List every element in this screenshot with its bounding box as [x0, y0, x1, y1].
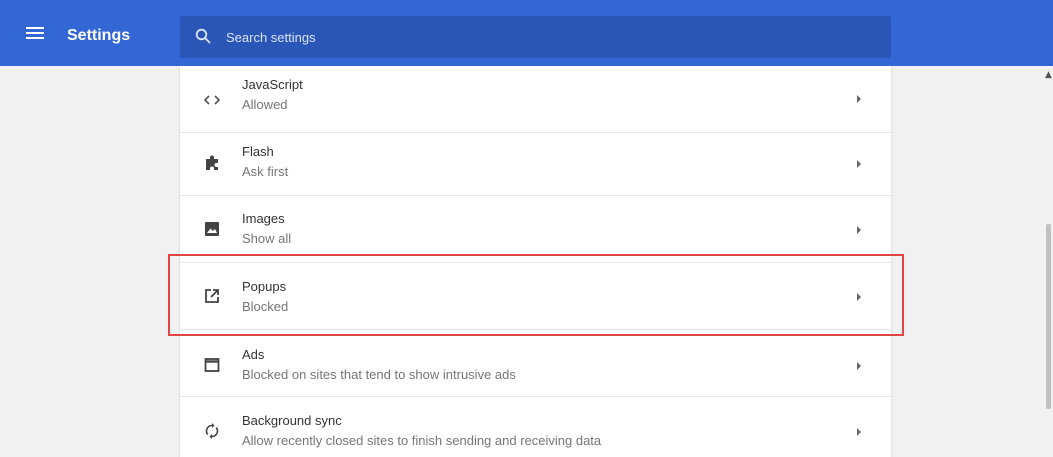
chevron-right-icon [857, 95, 861, 103]
top-bar: Settings [0, 0, 1053, 66]
setting-title: Popups [242, 279, 287, 294]
setting-subtitle: Ask first [242, 164, 289, 179]
hamburger-menu-icon[interactable] [26, 22, 44, 44]
setting-row-background-sync[interactable]: Background sync Allow recently closed si… [180, 397, 891, 457]
setting-title: Images [242, 211, 285, 226]
setting-title: Flash [242, 144, 274, 159]
setting-row-ads[interactable]: Ads Blocked on sites that tend to show i… [180, 330, 891, 397]
chevron-right-icon [857, 226, 861, 234]
setting-title: Ads [242, 347, 265, 362]
sync-icon [205, 423, 219, 439]
chevron-right-icon [857, 428, 861, 436]
search-icon [195, 28, 211, 44]
setting-row-flash[interactable]: Flash Ask first [180, 129, 891, 196]
search-box[interactable] [180, 16, 891, 58]
chevron-right-icon [857, 362, 861, 370]
scroll-up-arrow-icon[interactable]: ▲ [1045, 70, 1052, 80]
setting-row-images[interactable]: Images Show all [180, 196, 891, 263]
setting-title: Background sync [242, 413, 342, 428]
setting-title: JavaScript [242, 77, 303, 92]
search-input[interactable] [226, 27, 826, 47]
puzzle-piece-icon [206, 155, 218, 170]
window-icon [204, 358, 220, 372]
app-title: Settings [67, 27, 131, 44]
chevron-right-icon [857, 293, 861, 301]
setting-subtitle: Blocked [242, 299, 289, 314]
setting-row-popups[interactable]: Popups Blocked [180, 263, 891, 330]
code-brackets-icon [203, 95, 221, 105]
chevron-right-icon [857, 160, 861, 168]
setting-subtitle: Show all [242, 231, 292, 246]
setting-subtitle: Allow recently closed sites to finish se… [242, 433, 602, 448]
setting-subtitle: Allowed [242, 97, 288, 112]
scrollbar-thumb[interactable] [1046, 224, 1051, 409]
open-in-new-icon [205, 289, 219, 303]
content-settings-card: JavaScript Allowed Flash Ask first Image… [180, 66, 891, 457]
setting-row-javascript[interactable]: JavaScript Allowed [180, 66, 891, 133]
image-icon [205, 222, 219, 236]
setting-subtitle: Blocked on sites that tend to show intru… [242, 367, 516, 382]
